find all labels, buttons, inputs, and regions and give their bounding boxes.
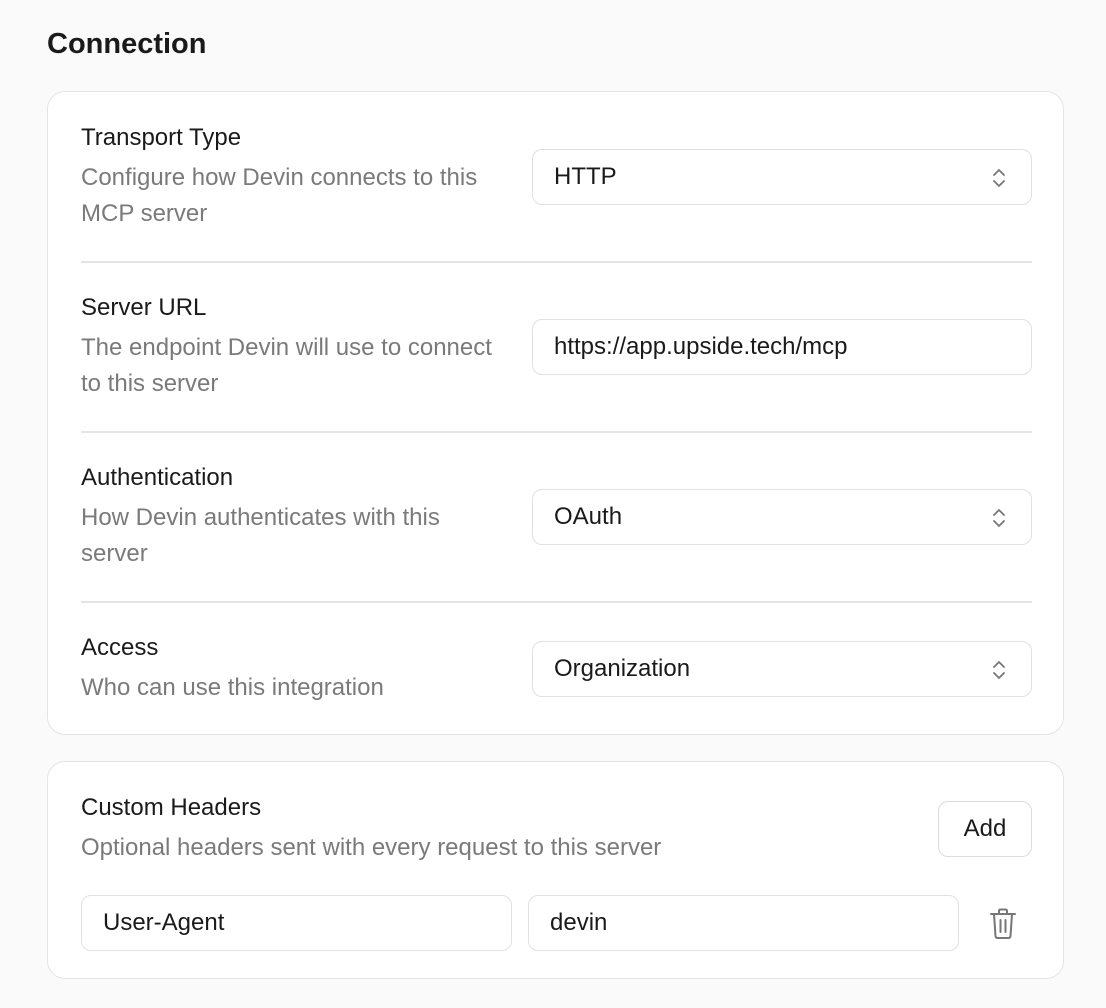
header-key-input[interactable]: User-Agent xyxy=(81,895,512,951)
transport-type-select[interactable]: HTTP xyxy=(532,149,1032,205)
chevron-up-down-icon xyxy=(993,169,1005,187)
section-title: Connection xyxy=(47,28,207,60)
divider xyxy=(81,601,1032,603)
transport-type-label: Transport Type xyxy=(81,124,242,151)
header-value-value: devin xyxy=(550,909,608,936)
authentication-label: Authentication xyxy=(81,464,234,491)
divider xyxy=(81,261,1032,263)
authentication-value: OAuth xyxy=(554,503,623,530)
access-value: Organization xyxy=(554,655,691,682)
divider xyxy=(81,431,1032,433)
custom-headers-description: Optional headers sent with every request… xyxy=(81,834,662,861)
chevron-up-down-icon xyxy=(993,661,1005,679)
connection-card: Transport Type Configure how Devin conne… xyxy=(47,91,1064,735)
custom-headers-label: Custom Headers xyxy=(81,794,262,821)
trash-icon[interactable] xyxy=(988,907,1018,941)
custom-headers-card: Custom Headers Optional headers sent wit… xyxy=(47,761,1064,979)
chevron-up-down-icon xyxy=(993,509,1005,527)
custom-headers-row: Custom Headers Optional headers sent wit… xyxy=(81,792,1032,872)
server-url-input[interactable]: https://app.upside.tech/mcp xyxy=(532,319,1032,375)
header-key-value: User-Agent xyxy=(103,909,225,936)
authentication-description: How Devin authenticates with this server xyxy=(81,504,440,567)
header-value-input[interactable]: devin xyxy=(528,895,959,951)
transport-type-description: Configure how Devin connects to this MCP… xyxy=(81,164,478,227)
transport-type-value: HTTP xyxy=(554,163,617,190)
authentication-select[interactable]: OAuth xyxy=(532,489,1032,545)
access-label: Access xyxy=(81,634,159,661)
server-url-label: Server URL xyxy=(81,294,207,321)
access-select[interactable]: Organization xyxy=(532,641,1032,697)
server-url-value: https://app.upside.tech/mcp xyxy=(554,333,848,360)
settings-page: Connection Transport Type Configure how … xyxy=(0,0,1106,1008)
add-header-button[interactable]: Add xyxy=(938,801,1032,857)
server-url-description: The endpoint Devin will use to connect t… xyxy=(81,334,492,397)
access-description: Who can use this integration xyxy=(81,674,384,701)
